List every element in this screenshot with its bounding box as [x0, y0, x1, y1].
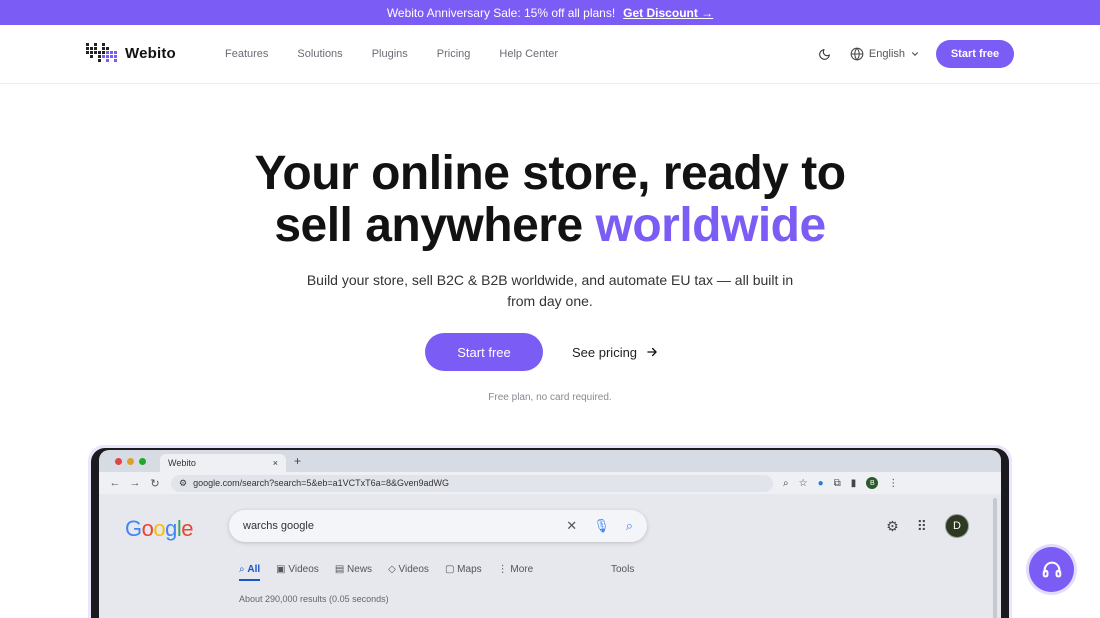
window-close-dot	[115, 457, 122, 465]
address-bar: ⚙ google.com/search?search=5&eb=a1VCTxT6…	[171, 474, 773, 492]
google-logo: Google	[125, 516, 194, 541]
search-icon: ⌕	[625, 518, 633, 533]
menu-kebab-icon: ⋮	[888, 477, 899, 489]
window-maximize-dot	[139, 457, 146, 465]
hero-actions: Start free See pricing	[425, 333, 659, 371]
main-nav: Features Solutions Plugins Pricing Help …	[225, 25, 558, 83]
browser-tab-strip: Webito × +	[99, 450, 1001, 472]
google-tab-videos-2: ◇ Videos	[388, 564, 429, 575]
promo-text: Webito Anniversary Sale: 15% off all pla…	[386, 5, 616, 20]
google-tab-more: ⋮ More	[497, 564, 534, 575]
apps-grid-icon: ⠿	[916, 517, 927, 534]
nav-link-solutions[interactable]: Solutions	[297, 48, 342, 60]
google-results-count: About 290,000 results (0.05 seconds)	[239, 594, 389, 604]
arrow-right-icon	[647, 347, 657, 357]
browser-tab-title: Webito	[168, 458, 196, 468]
google-tabs: ⌕ All ▣ Videos ▤ News ◇ Videos ▢ Maps ⋮ …	[239, 564, 533, 581]
reload-icon: ↻	[150, 477, 160, 490]
hero-title-line1: Your online store, ready to	[254, 147, 846, 200]
google-query: warchs google	[243, 520, 314, 532]
see-pricing-link[interactable]: See pricing	[572, 345, 659, 360]
nav-link-features[interactable]: Features	[225, 48, 268, 60]
settings-gear-icon: ⚙	[886, 517, 899, 534]
new-tab-icon: +	[294, 454, 302, 468]
hero-title-line2: sell anywhere	[274, 199, 583, 252]
google-tab-videos: ▣ Videos	[276, 564, 319, 575]
see-pricing-label: See pricing	[572, 344, 638, 360]
sidepanel-icon: ▮	[850, 477, 857, 489]
zoom-icon: ⌕	[783, 477, 789, 489]
bookmark-star-icon: ☆	[798, 477, 808, 489]
promo-banner: Webito Anniversary Sale: 15% off all pla…	[0, 0, 1100, 25]
site-info-icon: ⚙	[179, 477, 188, 488]
language-label: English	[868, 48, 905, 60]
google-tools: Tools	[611, 564, 635, 575]
hero-note: Free plan, no card required.	[488, 392, 612, 403]
brand-logo[interactable]: Webito	[86, 43, 176, 64]
hero-title: Your online store, ready to sell anywher…	[0, 148, 1100, 252]
google-header-right: ⚙ ⠿ D	[886, 514, 969, 538]
nav-link-plugins[interactable]: Plugins	[372, 48, 408, 60]
logo-mark-icon	[86, 43, 119, 64]
support-chat-button[interactable]	[1029, 547, 1074, 592]
address-url: google.com/search?search=5&eb=a1VCTxT6a=…	[193, 478, 449, 488]
back-icon: ←	[109, 477, 121, 489]
google-avatar: D	[945, 514, 969, 538]
promo-discount-link[interactable]: Get Discount →	[623, 6, 713, 20]
extension-icon: ●	[817, 477, 824, 489]
google-results-page: Google warchs google ✕ 🎙 ⌕ ⚙ ⠿ D ⌕ All ▣…	[99, 494, 1001, 618]
google-search-box: warchs google ✕ 🎙 ⌕	[229, 510, 647, 542]
nav-actions: English Start free	[814, 40, 1014, 68]
clear-icon: ✕	[566, 518, 578, 533]
hero-subtitle: Build your store, sell B2C & B2B worldwi…	[306, 272, 794, 309]
browser-toolbar: ← → ↻ ⚙ google.com/search?search=5&eb=a1…	[99, 472, 1001, 494]
tab-close-icon: ×	[272, 458, 278, 468]
forward-icon: →	[129, 477, 141, 489]
puzzle-icon: ⧉	[833, 477, 841, 489]
headset-icon	[1042, 561, 1061, 577]
google-tab-news: ▤ News	[334, 564, 373, 575]
google-tab-all: ⌕ All	[239, 564, 261, 581]
browser-toolbar-icons: ⌕ ☆ ● ⧉ ▮ B ⋮	[783, 477, 898, 489]
nav-link-pricing[interactable]: Pricing	[437, 48, 471, 60]
browser-tab: Webito ×	[160, 454, 286, 472]
theme-toggle-button[interactable]	[814, 43, 836, 65]
brand-name: Webito	[125, 45, 176, 62]
chevron-down-icon	[911, 52, 919, 56]
hero-start-free-button[interactable]: Start free	[425, 333, 543, 371]
google-tab-maps: ▢ Maps	[444, 564, 482, 575]
nav-start-free-button[interactable]: Start free	[936, 40, 1014, 68]
mic-icon: 🎙	[593, 518, 610, 533]
scrollbar	[993, 498, 997, 618]
globe-icon	[850, 47, 864, 61]
product-screenshot: Webito × + ← → ↻ ⚙ google.com/search?sea…	[91, 448, 1009, 618]
moon-icon	[819, 48, 831, 60]
hero-title-accent: worldwide	[595, 199, 827, 252]
nav-link-help-center[interactable]: Help Center	[499, 48, 558, 60]
window-minimize-dot	[127, 457, 134, 465]
language-selector[interactable]: English	[850, 47, 920, 61]
top-navbar: Webito Features Solutions Plugins Pricin…	[0, 25, 1100, 84]
profile-avatar-mini: B	[866, 477, 879, 489]
